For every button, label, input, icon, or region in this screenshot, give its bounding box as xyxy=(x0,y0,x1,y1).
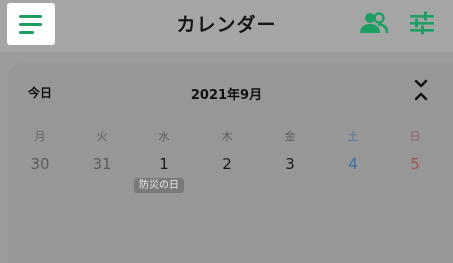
weekday-label: 金 xyxy=(284,130,296,143)
weekday-label-sunday: 日 xyxy=(409,130,421,143)
date-cell-prev-month[interactable]: 31 xyxy=(82,155,122,173)
weekday-label: 火 xyxy=(96,130,108,143)
date-cell[interactable]: 1 xyxy=(144,155,184,173)
weekday-label: 水 xyxy=(158,130,170,143)
month-title: 2021年9月 xyxy=(190,88,263,103)
date-cell-sunday[interactable]: 5 xyxy=(395,155,435,173)
date-cell-prev-month[interactable]: 30 xyxy=(20,155,60,173)
calendar-panel: 今日 2021年9月 月 火 水 木 金 土 日 30 31 1 2 3 4 5… xyxy=(8,63,453,263)
weekday-label-saturday: 土 xyxy=(347,130,359,143)
date-cell-saturday[interactable]: 4 xyxy=(333,155,373,173)
people-icon xyxy=(360,12,389,34)
people-button[interactable] xyxy=(357,9,391,37)
app-header: カレンダー xyxy=(0,0,453,52)
date-cell[interactable]: 2 xyxy=(207,155,247,173)
holiday-badge: 防災の日 xyxy=(134,178,184,193)
collapse-button[interactable] xyxy=(409,78,433,104)
date-cell[interactable]: 3 xyxy=(270,155,310,173)
chevrons-collapse-icon xyxy=(414,79,428,101)
sliders-icon xyxy=(410,11,434,35)
filter-button[interactable] xyxy=(405,9,439,37)
weekday-label: 木 xyxy=(221,130,233,143)
weekday-label: 月 xyxy=(34,130,46,143)
